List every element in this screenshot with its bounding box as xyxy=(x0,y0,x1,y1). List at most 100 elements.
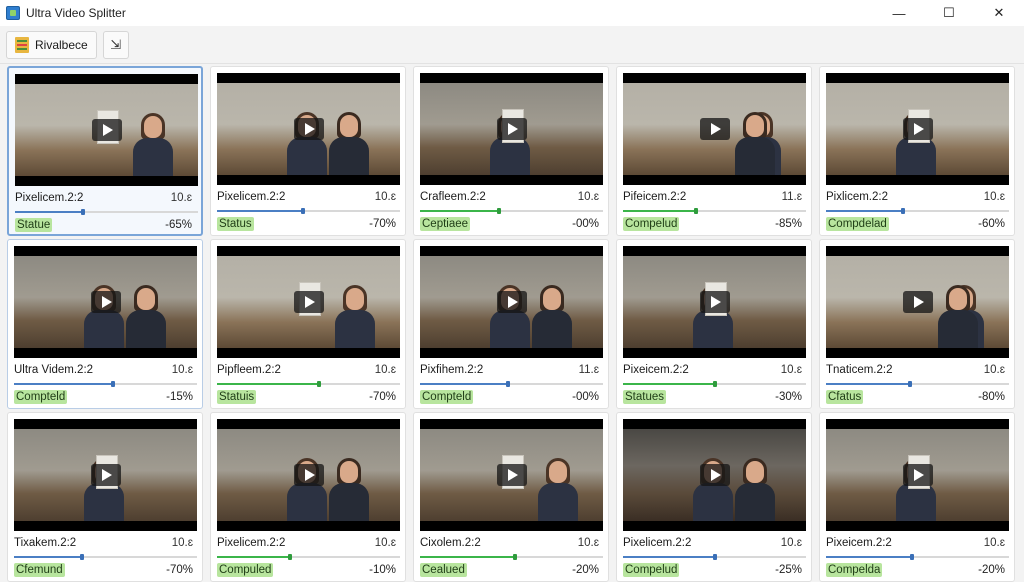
play-icon[interactable] xyxy=(496,118,527,140)
progress-bar[interactable] xyxy=(217,381,400,387)
video-thumbnail[interactable] xyxy=(826,419,1009,531)
video-thumbnail[interactable] xyxy=(14,246,197,358)
play-icon[interactable] xyxy=(699,118,730,140)
person-figure xyxy=(335,285,375,348)
progress-fill xyxy=(217,383,320,385)
video-name: Tnaticem.2:2 xyxy=(826,364,893,376)
status-row: Cealued -20% xyxy=(420,563,602,577)
progress-fill xyxy=(15,211,83,213)
play-icon[interactable] xyxy=(496,464,527,486)
progress-bar[interactable] xyxy=(826,208,1009,214)
video-card[interactable]: Pixelicem.2:2 10.ɛ Status -70% xyxy=(210,66,406,236)
progress-handle[interactable] xyxy=(900,208,905,214)
video-card[interactable]: Pifeicem.2:2 11.ɛ Compelud -85% xyxy=(616,66,812,236)
video-thumbnail[interactable] xyxy=(14,419,197,531)
status-row: Statuis -70% xyxy=(217,390,399,404)
play-icon[interactable] xyxy=(293,118,324,140)
progress-handle[interactable] xyxy=(513,554,518,560)
file-button[interactable]: Rivalbece xyxy=(6,30,97,59)
video-card[interactable]: Tnaticem.2:2 10.ɛ Cfatus -80% xyxy=(819,239,1015,409)
progress-handle[interactable] xyxy=(712,381,717,387)
maximize-button[interactable]: ☐ xyxy=(924,0,974,26)
progress-bar[interactable] xyxy=(623,208,806,214)
video-card[interactable]: Pixeicem.2:2 10.ɛ Statues -30% xyxy=(616,239,812,409)
video-card[interactable]: Pixeicem.2:2 10.ɛ Compelda -20% xyxy=(819,412,1015,582)
video-name: Pixfihem.2:2 xyxy=(420,364,484,376)
play-icon[interactable] xyxy=(902,118,933,140)
person-figure xyxy=(329,112,369,175)
video-card[interactable]: Pixelicem.2:2 10.ɛ Statue -65% xyxy=(7,66,203,236)
progress-handle[interactable] xyxy=(317,381,322,387)
video-thumbnail[interactable] xyxy=(420,419,603,531)
progress-bar[interactable] xyxy=(15,209,198,215)
window-title: Ultra Video Splitter xyxy=(26,6,126,20)
video-card[interactable]: Tixakem.2:2 10.ɛ Cfemund -70% xyxy=(7,412,203,582)
progress-handle[interactable] xyxy=(910,554,914,560)
progress-handle[interactable] xyxy=(505,381,510,387)
video-card[interactable]: Pixlicem.2:2 10.ɛ Compdelad -60% xyxy=(819,66,1015,236)
play-icon[interactable] xyxy=(902,464,933,486)
minimize-button[interactable]: — xyxy=(874,0,924,26)
collapse-button[interactable]: ⇲ xyxy=(102,30,129,59)
progress-handle[interactable] xyxy=(301,208,305,214)
video-card[interactable]: Pipfleem.2:2 10.ɛ Statuis -70% xyxy=(210,239,406,409)
video-thumbnail[interactable] xyxy=(217,419,400,531)
video-duration: 10.ɛ xyxy=(577,191,599,203)
video-thumbnail[interactable] xyxy=(217,246,400,358)
progress-handle[interactable] xyxy=(79,554,84,560)
video-duration: 10.ɛ xyxy=(983,364,1005,376)
video-thumbnail[interactable] xyxy=(826,246,1009,358)
video-thumbnail[interactable] xyxy=(420,73,603,185)
video-thumbnail[interactable] xyxy=(420,246,603,358)
video-thumbnail[interactable] xyxy=(623,73,806,185)
video-card[interactable]: Pixelicem.2:2 10.ɛ Compuled -10% xyxy=(210,412,406,582)
progress-bar[interactable] xyxy=(217,554,400,560)
progress-bar[interactable] xyxy=(14,554,197,560)
video-thumbnail[interactable] xyxy=(623,246,806,358)
progress-bar[interactable] xyxy=(826,381,1009,387)
progress-handle[interactable] xyxy=(80,209,85,215)
video-card[interactable]: Crafleem.2:2 10.ɛ Ceptiaee -00% xyxy=(413,66,609,236)
progress-handle[interactable] xyxy=(694,208,699,214)
progress-handle[interactable] xyxy=(712,554,717,560)
play-icon[interactable] xyxy=(902,291,933,313)
progress-bar[interactable] xyxy=(420,554,603,560)
video-thumbnail[interactable] xyxy=(217,73,400,185)
progress-bar[interactable] xyxy=(420,208,603,214)
video-card[interactable]: Ultra Videm.2:2 10.ɛ Compteld -15% xyxy=(7,239,203,409)
status-percent: -70% xyxy=(369,391,396,403)
status-percent: -10% xyxy=(369,564,396,576)
play-icon[interactable] xyxy=(699,291,730,313)
card-meta: Pixeicem.2:2 10.ɛ xyxy=(826,537,1008,550)
video-thumbnail[interactable] xyxy=(826,73,1009,185)
progress-handle[interactable] xyxy=(496,208,501,214)
video-card[interactable]: Pixelicem.2:2 10.ɛ Compelud -25% xyxy=(616,412,812,582)
progress-bar[interactable] xyxy=(14,381,197,387)
progress-handle[interactable] xyxy=(110,381,115,387)
play-icon[interactable] xyxy=(90,464,121,486)
status-row: Compelda -20% xyxy=(826,563,1008,577)
close-button[interactable]: ✕ xyxy=(974,0,1024,26)
status-percent: -85% xyxy=(775,218,802,230)
play-icon[interactable] xyxy=(90,291,121,313)
play-icon[interactable] xyxy=(293,464,324,486)
video-card[interactable]: Pixfihem.2:2 11.ɛ Compteld -00% xyxy=(413,239,609,409)
status-badge: Compteld xyxy=(420,390,474,404)
play-icon[interactable] xyxy=(91,119,122,141)
progress-handle[interactable] xyxy=(908,381,913,387)
progress-handle[interactable] xyxy=(288,554,293,560)
video-thumbnail[interactable] xyxy=(15,74,198,186)
play-icon[interactable] xyxy=(699,464,730,486)
progress-bar[interactable] xyxy=(623,381,806,387)
title-bar: Ultra Video Splitter — ☐ ✕ xyxy=(0,0,1024,26)
play-icon[interactable] xyxy=(293,291,324,313)
status-percent: -20% xyxy=(978,564,1005,576)
progress-bar[interactable] xyxy=(826,554,1009,560)
progress-bar[interactable] xyxy=(623,554,806,560)
progress-bar[interactable] xyxy=(420,381,603,387)
video-card[interactable]: Cixolem.2:2 10.ɛ Cealued -20% xyxy=(413,412,609,582)
status-percent: -60% xyxy=(978,218,1005,230)
progress-bar[interactable] xyxy=(217,208,400,214)
video-thumbnail[interactable] xyxy=(623,419,806,531)
play-icon[interactable] xyxy=(496,291,527,313)
